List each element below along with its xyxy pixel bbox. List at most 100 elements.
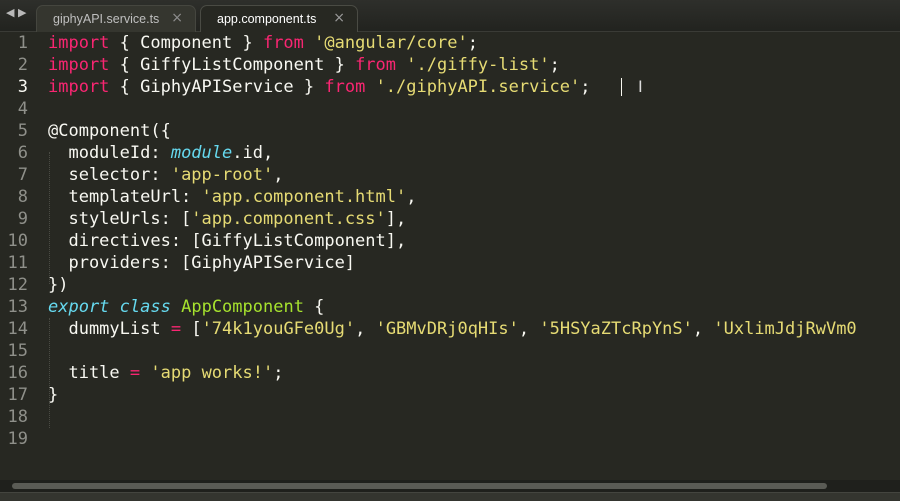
code-plain: title: [48, 363, 130, 383]
code-text[interactable]: }: [48, 384, 58, 406]
code-line: 6 moduleId: module.id,: [0, 142, 900, 164]
keyword-export: export: [48, 297, 110, 317]
code-plain: templateUrl:: [48, 187, 202, 207]
close-icon[interactable]: ×: [333, 11, 345, 25]
string-literal: 'GBMvDRj0qHIs': [375, 319, 519, 339]
code-line: 18: [0, 406, 900, 428]
line-number: 13: [7, 297, 28, 317]
keyword: import: [48, 33, 110, 53]
code-text[interactable]: export class AppComponent {: [48, 296, 324, 318]
tab-forward-icon[interactable]: ▶: [18, 6, 26, 19]
keyword: import: [48, 77, 110, 97]
code-plain: ,: [692, 319, 714, 339]
code-line-current: 3 import { GiphyAPIService } from './gip…: [0, 76, 900, 98]
code-line: 19: [0, 428, 900, 450]
code-plain: ;: [273, 363, 284, 383]
code-line: 15: [0, 340, 900, 362]
code-text[interactable]: title = 'app works!';: [48, 362, 283, 384]
code-plain: selector:: [48, 165, 171, 185]
string-literal: './giffy-list': [406, 55, 550, 75]
line-number: 19: [7, 429, 28, 449]
code-line: 14 dummyList = ['74k1youGFe0Ug', 'GBMvDR…: [0, 318, 900, 340]
code-line: 12 }): [0, 274, 900, 296]
line-number: 8: [17, 187, 28, 207]
tab-label: app.component.ts: [217, 12, 317, 26]
line-number: 3: [17, 77, 28, 97]
line-number: 4: [17, 99, 28, 119]
class-name: AppComponent: [181, 297, 304, 317]
string-literal: 'UxlimJdjRwVm0: [713, 319, 857, 339]
code-plain: dummyList: [48, 319, 171, 339]
keyword: from: [262, 33, 304, 53]
code-text[interactable]: import { GiphyAPIService } from './giphy…: [48, 76, 591, 98]
code-text[interactable]: directives: [GiffyListComponent],: [48, 230, 406, 252]
line-number: 17: [7, 385, 28, 405]
code-line: 5 @Component({: [0, 120, 900, 142]
code-plain: ,: [406, 187, 417, 207]
line-number: 9: [17, 209, 28, 229]
code-line: 11 providers: [GiphyAPIService]: [0, 252, 900, 274]
code-text[interactable]: selector: 'app-root',: [48, 164, 283, 186]
code-text[interactable]: dummyList = ['74k1youGFe0Ug', 'GBMvDRj0q…: [48, 318, 857, 340]
line-number: 18: [7, 407, 28, 427]
line-number: 1: [17, 33, 28, 53]
code-plain: { Component }: [109, 33, 263, 53]
keyword-class: class: [119, 297, 171, 317]
code-plain: {: [303, 297, 325, 317]
code-plain: ;: [467, 33, 478, 53]
code-text[interactable]: @Component({: [48, 120, 171, 142]
code-text[interactable]: templateUrl: 'app.component.html',: [48, 186, 416, 208]
tab-back-icon[interactable]: ◀: [6, 6, 14, 19]
tab-app-component[interactable]: app.component.ts ×: [200, 5, 358, 32]
code-line: 7 selector: 'app-root',: [0, 164, 900, 186]
code-line: 10 directives: [GiffyListComponent],: [0, 230, 900, 252]
keyword: from: [324, 77, 366, 97]
scrollbar-thumb[interactable]: [12, 483, 827, 489]
code-plain: { GiffyListComponent }: [109, 55, 356, 75]
code-text[interactable]: }): [48, 274, 68, 296]
ibeam-cursor-icon: I: [638, 77, 643, 96]
code-line: 8 templateUrl: 'app.component.html',: [0, 186, 900, 208]
code-line: 4: [0, 98, 900, 120]
close-icon[interactable]: ×: [171, 11, 183, 25]
code-plain: [109, 297, 119, 317]
keyword: from: [355, 55, 397, 75]
code-text[interactable]: import { GiffyListComponent } from './gi…: [48, 54, 560, 76]
code-text[interactable]: providers: [GiphyAPIService]: [48, 252, 355, 274]
code-plain: [365, 77, 375, 97]
code-plain: .id,: [232, 143, 274, 163]
code-plain: ,: [355, 319, 376, 339]
code-line: 16 title = 'app works!';: [0, 362, 900, 384]
code-text[interactable]: styleUrls: ['app.component.css'],: [48, 208, 406, 230]
line-number: 15: [7, 341, 28, 361]
line-number: 2: [17, 55, 28, 75]
line-number: 14: [7, 319, 28, 339]
tab-bar: ◀ ▶ giphyAPI.service.ts × app.component.…: [0, 0, 900, 32]
string-literal: 'app works!': [150, 363, 274, 383]
horizontal-scrollbar[interactable]: [0, 480, 900, 492]
line-number: 11: [7, 253, 28, 273]
code-text[interactable]: moduleId: module.id,: [48, 142, 273, 164]
code-plain: { GiphyAPIService }: [109, 77, 325, 97]
code-plain: moduleId:: [48, 143, 171, 163]
code-plain: ,: [518, 319, 540, 339]
line-number: 7: [17, 165, 28, 185]
code-plain: [171, 297, 181, 317]
line-number: 5: [17, 121, 28, 141]
code-editor[interactable]: 1 import { Component } from '@angular/co…: [0, 32, 900, 480]
tab-giphyapi-service[interactable]: giphyAPI.service.ts ×: [36, 5, 196, 32]
code-plain: ;: [549, 55, 560, 75]
code-line: 17 }: [0, 384, 900, 406]
line-number: 10: [7, 231, 28, 251]
string-literal: 'app-root': [170, 165, 274, 185]
operator: =: [129, 363, 141, 383]
code-line: 9 styleUrls: ['app.component.css'],: [0, 208, 900, 230]
code-plain: ;: [580, 77, 591, 97]
string-literal: './giphyAPI.service': [375, 77, 581, 97]
string-literal: '5HSYaZTcRpYnS': [539, 319, 693, 339]
line-number: 12: [7, 275, 28, 295]
text-caret: [621, 78, 622, 96]
code-text[interactable]: import { Component } from '@angular/core…: [48, 32, 478, 54]
tab-label: giphyAPI.service.ts: [53, 12, 160, 26]
keyword: import: [48, 55, 110, 75]
